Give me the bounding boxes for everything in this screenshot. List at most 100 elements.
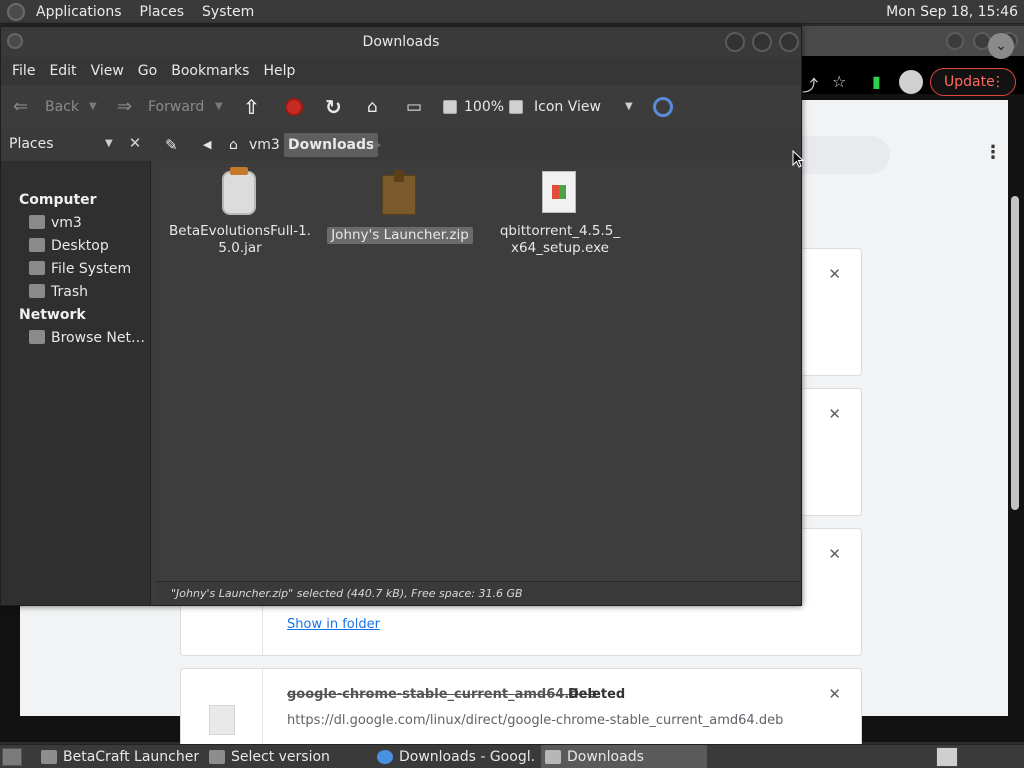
file-view-icons[interactable]: BetaEvolutionsFull-1. 5.0.jar Johny's La… [156,161,801,605]
task-betacraft-launcher[interactable]: BetaCraft Launcher ... [37,745,199,768]
show-desktop-icon[interactable] [2,748,22,766]
task-label: Downloads [567,749,644,765]
maximize-button[interactable] [752,32,772,52]
home-folder-icon[interactable]: ⌂ [367,87,378,127]
path-downloads-button[interactable]: Downloads [284,133,379,157]
download-filename[interactable]: google-chrome-stable_current_amd64.deb [287,687,597,702]
sidebar-item-label: Browse Net… [51,330,146,346]
window-menu-icon[interactable] [7,33,23,49]
close-sidebar-icon[interactable]: ✕ [125,132,145,154]
task-select-version[interactable]: Select version [205,745,365,768]
chrome-icon [377,750,393,764]
stop-icon[interactable] [285,98,303,116]
menu-edit[interactable]: Edit [42,63,83,79]
close-button[interactable] [779,32,799,52]
up-arrow-icon[interactable]: ⇧ [243,87,260,127]
show-in-folder-link[interactable]: Show in folder [287,617,380,632]
path-home-icon: ⌂ [229,137,238,153]
view-mode-select[interactable]: Icon View [534,87,601,127]
places-menu[interactable]: Places [131,0,194,24]
zoom-in-icon[interactable] [509,100,523,114]
sidebar-item-desktop[interactable]: Desktop [29,235,109,257]
back-history-dropdown-icon[interactable]: ▼ [89,87,97,127]
file-manager-titlebar[interactable]: Downloads [1,27,801,57]
clock[interactable]: Mon Sep 18, 15:46 [886,0,1018,24]
chrome-minimize-button[interactable] [946,32,964,50]
file-item-betaevolutions-jar[interactable]: BetaEvolutionsFull-1. 5.0.jar [165,167,315,257]
download-url[interactable]: https://dl.google.com/linux/direct/googl… [287,713,783,728]
toggle-location-entry-icon[interactable]: ✎ [161,133,182,157]
system-menu[interactable]: System [193,0,263,24]
menu-go[interactable]: Go [131,63,164,79]
file-icon [209,705,235,735]
menu-bookmarks[interactable]: Bookmarks [164,63,256,79]
sidebar-item-browse-network[interactable]: Browse Net… [29,327,145,349]
path-scroll-right-icon[interactable]: ▶ [369,133,385,157]
download-status: Deleted [568,687,626,702]
search-icon[interactable] [653,97,673,117]
location-bar: Places ▼ ✕ ✎ ◀ ⌂ vm3 Downloads ▶ [1,127,801,161]
file-label: qbittorrent_4.5.5_ x64_setup.exe [485,223,635,257]
reload-icon[interactable]: ↻ [325,87,342,127]
sidebar-item-label: Trash [51,284,88,300]
chrome-update-button[interactable]: Update ⋮ [930,68,1016,96]
task-label: Downloads - Googl... [399,749,535,765]
desktop-folder-icon [29,238,45,252]
update-label: Update [944,74,995,90]
statusbar: "Johny's Launcher.zip" selected (440.7 k… [156,581,801,605]
places-sidebar: Computer vm3 Desktop File System Trash N… [1,161,151,605]
exe-icon [542,171,576,213]
task-file-manager-downloads[interactable]: Downloads [541,745,707,768]
forward-history-dropdown-icon[interactable]: ▼ [215,87,223,127]
task-chrome-downloads[interactable]: Downloads - Googl... [373,745,535,768]
share-icon[interactable]: ⤴ [802,72,818,96]
file-item-johnys-launcher-zip[interactable]: Johny's Launcher.zip [325,170,475,244]
view-mode-dropdown-icon[interactable]: ▼ [625,87,633,127]
downloads-more-menu-icon[interactable]: ⋮ [984,142,1002,163]
menu-file[interactable]: File [5,63,42,79]
remove-download-icon[interactable]: ✕ [828,405,841,423]
path-vm3-button[interactable]: vm3 [245,133,284,157]
workspace-switcher[interactable] [936,747,958,767]
sidebar-header-computer: Computer [19,192,97,208]
remove-download-icon[interactable]: ✕ [828,685,841,703]
sidebar-places-select[interactable]: Places ▼ [5,133,119,155]
sidebar-item-label: vm3 [51,215,82,231]
sidebar-item-vm3[interactable]: vm3 [29,212,82,234]
back-arrow-icon[interactable]: ⇐ [13,87,28,127]
home-folder-icon [29,215,45,229]
page-scrollbar[interactable] [1011,196,1019,510]
download-card: ✕ google-chrome-stable_current_amd64.deb… [180,668,862,748]
computer-icon[interactable]: ▭ [406,87,422,127]
jar-icon [222,167,256,215]
remove-download-icon[interactable]: ✕ [828,545,841,563]
back-button[interactable]: Back [45,87,79,127]
top-panel: Applications Places System Mon Sep 18, 1… [0,0,1024,24]
sidebar-item-file-system[interactable]: File System [29,258,131,280]
forward-button[interactable]: Forward [148,87,204,127]
profile-avatar-icon[interactable] [899,70,923,94]
menu-help[interactable]: Help [256,63,302,79]
forward-arrow-icon[interactable]: ⇒ [117,87,132,127]
sidebar-item-trash[interactable]: Trash [29,281,88,303]
zoom-level[interactable]: 100% [464,87,504,127]
file-item-qbittorrent-exe[interactable]: qbittorrent_4.5.5_ x64_setup.exe [485,171,635,257]
remove-download-icon[interactable]: ✕ [828,265,841,283]
file-label-selected: Johny's Launcher.zip [327,227,473,244]
path-scroll-left-icon[interactable]: ◀ [199,133,215,157]
applications-menu[interactable]: Applications [27,0,131,24]
minimize-button[interactable] [725,32,745,52]
extension-icon[interactable]: ▮ [872,72,881,91]
download-thumb [181,669,263,747]
zoom-out-icon[interactable] [443,100,457,114]
file-label-line: BetaEvolutionsFull-1. [169,223,311,239]
file-label: BetaEvolutionsFull-1. 5.0.jar [165,223,315,257]
mouse-cursor-icon [792,150,804,168]
mate-logo-icon[interactable] [7,2,25,21]
bookmark-star-icon[interactable]: ☆ [832,72,846,91]
chrome-tab-search-icon[interactable]: ⌄ [988,33,1014,59]
menu-view[interactable]: View [84,63,131,79]
folder-icon [545,750,561,764]
file-label-line: x64_setup.exe [511,240,609,256]
chrome-menu-icon[interactable]: ⋮ [991,69,1005,95]
